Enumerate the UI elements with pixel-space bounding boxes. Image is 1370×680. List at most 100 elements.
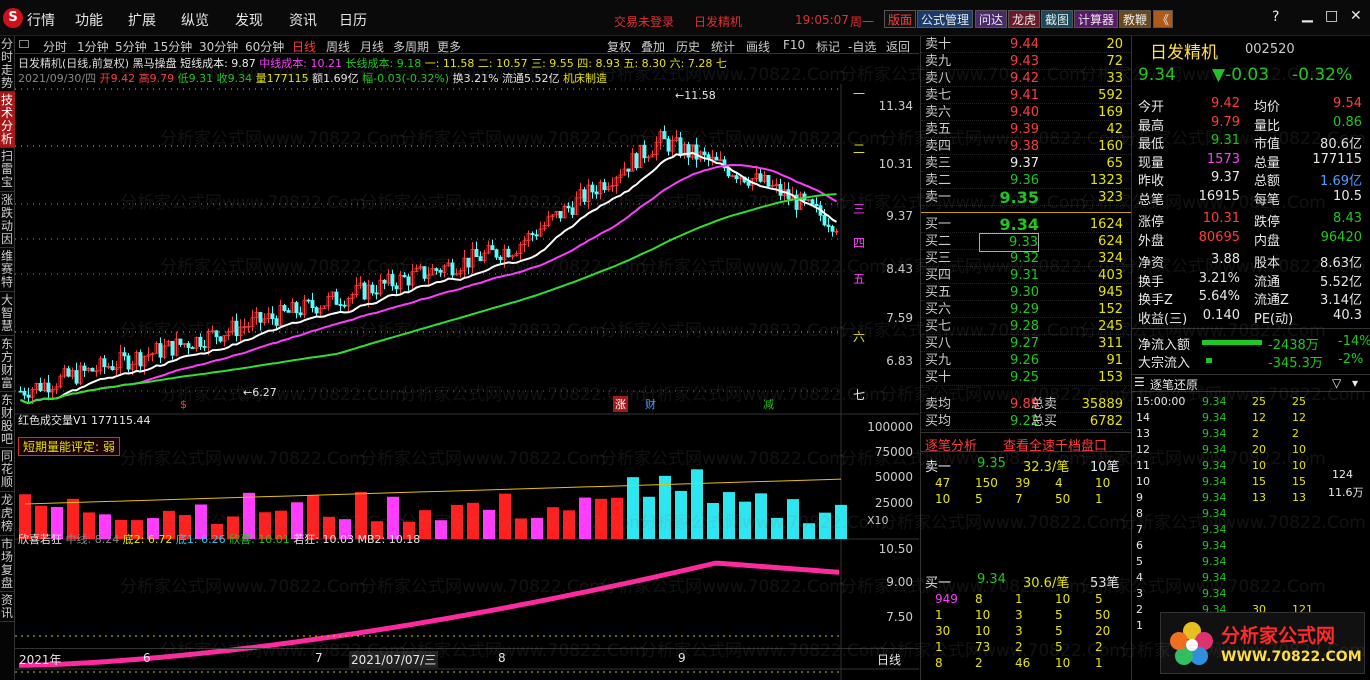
help-icon[interactable]: ?	[1272, 9, 1279, 25]
bid-row[interactable]: 买四 9.31 403	[921, 267, 1131, 284]
menu-discover[interactable]: 发现	[235, 10, 263, 30]
bid-row[interactable]: 买八 9.27 311	[921, 335, 1131, 352]
indicator-name[interactable]: 黑马操盘	[133, 57, 177, 70]
menu-news[interactable]: 资讯	[289, 10, 317, 30]
tool-stats[interactable]: 统计	[711, 38, 735, 55]
event-marker-rise[interactable]: 涨	[613, 396, 628, 412]
period-15min[interactable]: 15分钟	[153, 38, 192, 55]
ask-row[interactable]: 卖四 9.38 160	[921, 138, 1131, 155]
menu-extend[interactable]: 扩展	[128, 10, 156, 30]
period-weekly[interactable]: 周线	[326, 38, 350, 55]
nav-news[interactable]: 资讯	[0, 592, 15, 622]
period-1min[interactable]: 1分钟	[77, 38, 109, 55]
osc-title[interactable]: 欣喜若狂	[18, 533, 62, 546]
nav-reason[interactable]: 涨跌动因	[0, 192, 15, 248]
menu-market[interactable]: 行情	[27, 10, 55, 30]
tick-row[interactable]: 4 9.34	[1132, 570, 1370, 586]
bid-row[interactable]: 买九 9.26 91	[921, 352, 1131, 369]
tool-overlay[interactable]: 叠加	[641, 38, 665, 55]
period-30min[interactable]: 30分钟	[199, 38, 238, 55]
tick-row[interactable]: 13 9.34 2 2	[1132, 426, 1370, 442]
nav-review[interactable]: 市场复盘	[0, 536, 15, 592]
nav-vst[interactable]: 维赛特	[0, 248, 15, 292]
ad-logo[interactable]: 分析家公式网 WWW.70822.COM	[1160, 612, 1365, 674]
volume-title[interactable]: 红色成交量V1	[18, 414, 88, 427]
tab-tick-analysis[interactable]: 逐笔分析	[925, 435, 977, 454]
tab-full-depth[interactable]: 查看全速千档盘口	[1003, 435, 1107, 454]
nav-scan[interactable]: 扫雷宝	[0, 148, 15, 192]
ask-row[interactable]: 卖三 9.37 65	[921, 155, 1131, 172]
nav-eastmoney[interactable]: 东方财富	[0, 336, 15, 392]
menu-functions[interactable]: 功能	[75, 10, 103, 30]
event-marker[interactable]: $	[180, 398, 187, 411]
tool-mark[interactable]: 标记	[816, 38, 840, 55]
tick-row[interactable]: 12 9.34 20 10	[1132, 442, 1370, 458]
tick-row[interactable]: 3 9.34	[1132, 586, 1370, 602]
tick-row[interactable]: 5 9.34	[1132, 554, 1370, 570]
menu-overview[interactable]: 纵览	[181, 10, 209, 30]
list-icon[interactable]: ☰	[1134, 375, 1145, 389]
collapse-button[interactable]: 《	[1153, 10, 1174, 28]
bid-row[interactable]: 买十 9.25 153	[921, 369, 1131, 386]
period-daily[interactable]: 日线	[292, 38, 316, 55]
period-multi[interactable]: 多周期	[393, 38, 429, 55]
tool-draw[interactable]: 画线	[746, 38, 770, 55]
bid-row[interactable]: 买二 9.33 624	[921, 233, 1131, 252]
tick-row[interactable]: 8 9.34	[1132, 506, 1370, 522]
period-more[interactable]: 更多	[437, 38, 461, 55]
x-period[interactable]: 日线	[877, 651, 901, 668]
period-5min[interactable]: 5分钟	[115, 38, 147, 55]
close-icon[interactable]: ✕	[1350, 8, 1362, 24]
tool-back[interactable]: 返回	[886, 38, 910, 55]
nav-ths[interactable]: 同花顺	[0, 448, 15, 492]
pointer-button[interactable]: 教鞭	[1119, 10, 1152, 28]
nav-technical[interactable]: 技术分析	[0, 92, 15, 148]
tick-row[interactable]: 6 9.34	[1132, 538, 1370, 554]
app-logo-icon[interactable]: S	[3, 8, 23, 28]
bid-row[interactable]: 买五 9.30 945	[921, 284, 1131, 301]
login-status[interactable]: 交易未登录	[614, 13, 674, 30]
layout-button[interactable]: 版面	[884, 10, 917, 28]
tick-row[interactable]: 15:00:00 9.34 25 25	[1132, 394, 1370, 410]
ask-row[interactable]: 卖八 9.42 33	[921, 70, 1131, 87]
calculator-button[interactable]: 计算器	[1074, 10, 1119, 28]
ask-row[interactable]: 卖七 9.41 592	[921, 87, 1131, 104]
ask-row[interactable]: 卖九 9.43 72	[921, 53, 1131, 70]
ask-row[interactable]: 卖一 9.35 323	[921, 189, 1131, 206]
nav-lhb[interactable]: 龙虎榜	[0, 492, 15, 536]
tick-restore-title[interactable]: 逐笔还原	[1150, 376, 1198, 393]
tick-row[interactable]: 7 9.34	[1132, 522, 1370, 538]
wenda-button[interactable]: 问达	[975, 10, 1008, 28]
dropdown-icon[interactable]: ▾	[1352, 376, 1358, 390]
minimize-icon[interactable]: ▁	[1302, 7, 1313, 23]
filter-icon[interactable]: ▽	[1332, 376, 1341, 390]
tool-rights[interactable]: 复权	[607, 38, 631, 55]
tick-row[interactable]: 14 9.34 12 12	[1132, 410, 1370, 426]
ask-row[interactable]: 卖十 9.44 20	[921, 36, 1131, 53]
nav-dzh[interactable]: 大智慧	[0, 292, 15, 336]
ask-row[interactable]: 卖二 9.36 1323	[921, 172, 1131, 189]
formula-manager-button[interactable]: 公式管理	[917, 10, 974, 28]
tool-f10[interactable]: F10	[783, 38, 805, 52]
nav-guba[interactable]: 东财股吧	[0, 392, 15, 448]
menu-calendar[interactable]: 日历	[339, 10, 367, 30]
nav-timeshare[interactable]: 分时走势	[0, 36, 15, 92]
bid-row[interactable]: 买六 9.29 152	[921, 301, 1131, 318]
period-60min[interactable]: 60分钟	[245, 38, 284, 55]
ask-row[interactable]: 卖六 9.40 169	[921, 104, 1131, 121]
dragon-tiger-button[interactable]: 龙虎	[1008, 10, 1041, 28]
event-marker-finance[interactable]: 财	[645, 396, 656, 412]
bid-row[interactable]: 买七 9.28 245	[921, 318, 1131, 335]
ask-row[interactable]: 卖五 9.39 42	[921, 121, 1131, 138]
candlestick-chart[interactable]	[15, 84, 919, 680]
period-timeshare[interactable]: 分时	[43, 38, 67, 55]
bid-row[interactable]: 买三 9.32 324	[921, 250, 1131, 267]
tool-watchlist[interactable]: -自选	[848, 38, 876, 55]
tool-history[interactable]: 历史	[676, 38, 700, 55]
maximize-icon[interactable]: □	[1325, 8, 1338, 24]
period-monthly[interactable]: 月线	[360, 38, 384, 55]
grid-icon[interactable]	[19, 40, 29, 48]
screenshot-button[interactable]: 截图	[1041, 10, 1074, 28]
bid-row[interactable]: 买一 9.34 1624	[921, 216, 1131, 233]
event-marker-reduce[interactable]: 减	[763, 396, 774, 412]
